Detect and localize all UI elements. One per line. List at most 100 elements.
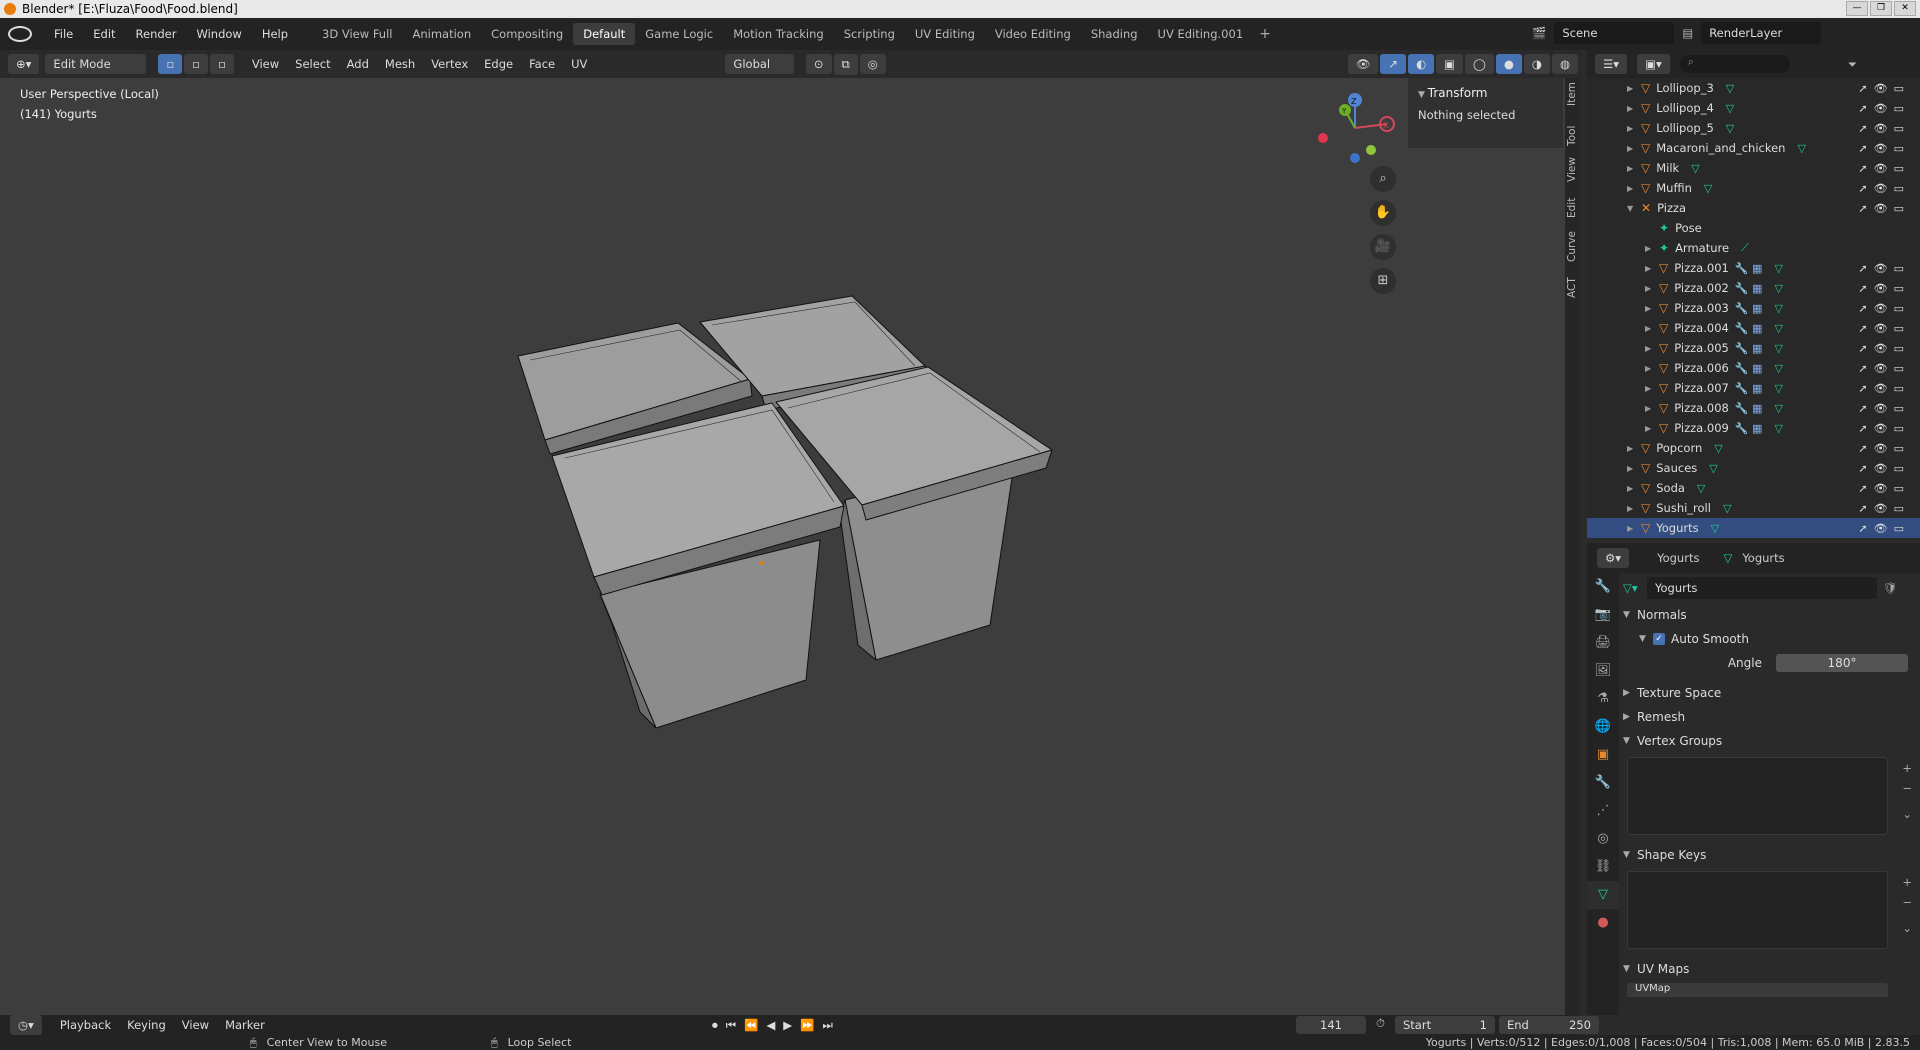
outliner-row[interactable]: ▶ ▽ Pizza.008 🔧 ▦ ▽ ➚👁▭ bbox=[1587, 398, 1920, 418]
add-vertex-group-button[interactable]: + bbox=[1902, 761, 1912, 775]
play-reverse-icon[interactable]: ◀ bbox=[766, 1018, 775, 1033]
outliner-row[interactable]: ▶ ▽ Popcorn ▽ ➚👁▭ bbox=[1587, 438, 1920, 458]
face-select-button[interactable]: ▫ bbox=[210, 54, 234, 74]
current-frame-field[interactable]: 141 bbox=[1296, 1016, 1366, 1034]
transform-header[interactable]: Transform bbox=[1428, 86, 1488, 100]
outliner-row[interactable]: ▶ ▽ Yogurts ▽ ➚👁▭ bbox=[1587, 518, 1920, 538]
visibility-toggles-icon[interactable]: ➚👁▭ bbox=[1858, 362, 1910, 375]
outliner-row[interactable]: ▶ ▽ Milk ▽ ➚👁▭ bbox=[1587, 158, 1920, 178]
menu-edge[interactable]: Edge bbox=[476, 57, 521, 71]
end-frame-field[interactable]: End 250 bbox=[1498, 1016, 1599, 1034]
visibility-toggles-icon[interactable]: ➚👁▭ bbox=[1858, 302, 1910, 315]
outliner-row[interactable]: ▶ ▽ Lollipop_3 ▽ ➚👁▭ bbox=[1587, 78, 1920, 98]
ortho-toggle-icon[interactable]: ⊞ bbox=[1370, 268, 1396, 294]
scene-tab-icon[interactable]: ⚗ bbox=[1587, 685, 1619, 713]
disclosure-triangle-icon[interactable]: ▶ bbox=[1645, 284, 1659, 293]
shape-key-specials-icon[interactable]: ⌄ bbox=[1902, 921, 1912, 935]
tab-scripting[interactable]: Scripting bbox=[834, 23, 905, 45]
edge-select-button[interactable]: ▫ bbox=[184, 54, 209, 74]
camera-view-icon[interactable]: 🎥 bbox=[1370, 234, 1396, 260]
menu-render[interactable]: Render bbox=[126, 27, 187, 41]
maximize-button[interactable]: ❐ bbox=[1870, 1, 1892, 16]
disclosure-triangle-icon[interactable]: ▶ bbox=[1627, 104, 1641, 113]
filter-icon[interactable]: ⏷ bbox=[1848, 57, 1857, 72]
snap-icon[interactable]: ⧉ bbox=[833, 53, 858, 75]
outliner-row[interactable]: ▶ ▽ Pizza.005 🔧 ▦ ▽ ➚👁▭ bbox=[1587, 338, 1920, 358]
pivot-icon[interactable]: ⊙ bbox=[805, 54, 832, 74]
proportional-edit-icon[interactable]: ◎ bbox=[859, 54, 886, 74]
visibility-toggles-icon[interactable]: ➚👁▭ bbox=[1858, 462, 1910, 475]
display-mode-button[interactable]: ▣▾ bbox=[1637, 54, 1670, 74]
outliner-row[interactable]: ▶ ✦ Armature ⟋ bbox=[1587, 238, 1920, 258]
menu-view[interactable]: View bbox=[244, 57, 287, 71]
jump-start-icon[interactable]: ⏮ bbox=[726, 1018, 736, 1033]
visibility-toggles-icon[interactable]: ➚👁▭ bbox=[1858, 262, 1910, 275]
tab-edit[interactable]: Edit bbox=[1566, 198, 1578, 218]
disclosure-triangle-icon[interactable]: ▶ bbox=[1645, 364, 1659, 373]
menu-select[interactable]: Select bbox=[287, 57, 338, 71]
prev-keyframe-icon[interactable]: ⏪ bbox=[744, 1018, 758, 1033]
tab-game-logic[interactable]: Game Logic bbox=[635, 23, 723, 45]
disclosure-triangle-icon[interactable]: ▶ bbox=[1627, 484, 1641, 493]
scene-selector[interactable]: Scene bbox=[1554, 22, 1675, 44]
outliner-editor-type[interactable]: ☰▾ bbox=[1595, 54, 1628, 74]
outliner-row[interactable]: ▶ ▽ Sushi_roll ▽ ➚👁▭ bbox=[1587, 498, 1920, 518]
tab-3d-view-full[interactable]: 3D View Full bbox=[312, 23, 402, 45]
disclosure-triangle-icon[interactable]: ▶ bbox=[1645, 244, 1659, 253]
gizmo-toggle-icon[interactable]: ↗ bbox=[1380, 54, 1407, 74]
output-tab-icon[interactable]: 🖨 bbox=[1587, 629, 1619, 657]
navigation-gizmo[interactable]: Z X Y bbox=[1315, 88, 1395, 168]
constraints-tab-icon[interactable]: ⛓ bbox=[1587, 853, 1619, 881]
outliner-row[interactable]: ▶ ▽ Pizza.004 🔧 ▦ ▽ ➚👁▭ bbox=[1587, 318, 1920, 338]
tab-uv-editing[interactable]: UV Editing bbox=[905, 23, 985, 45]
visibility-toggles-icon[interactable]: ➚👁▭ bbox=[1858, 162, 1910, 175]
uvmap-item[interactable]: UVMap bbox=[1627, 983, 1888, 997]
menu-help[interactable]: Help bbox=[252, 27, 298, 41]
zoom-icon[interactable]: ⌕ bbox=[1370, 166, 1396, 192]
tab-video-editing[interactable]: Video Editing bbox=[985, 23, 1081, 45]
render-tab-icon[interactable]: 📷 bbox=[1587, 601, 1619, 629]
visibility-toggles-icon[interactable]: ➚👁▭ bbox=[1858, 382, 1910, 395]
overlay-toggle-icon[interactable]: ◐ bbox=[1408, 54, 1435, 74]
next-keyframe-icon[interactable]: ⏩ bbox=[800, 1018, 814, 1033]
outliner-row[interactable]: ▶ ▽ Pizza.003 🔧 ▦ ▽ ➚👁▭ bbox=[1587, 298, 1920, 318]
disclosure-triangle-icon[interactable]: ▶ bbox=[1645, 344, 1659, 353]
tool-tab-icon[interactable]: 🔧 bbox=[1587, 573, 1619, 601]
menu-playback[interactable]: Playback bbox=[52, 1018, 119, 1032]
visibility-toggles-icon[interactable]: ➚👁▭ bbox=[1858, 522, 1910, 535]
menu-file[interactable]: File bbox=[44, 27, 83, 41]
disclosure-triangle-icon[interactable]: ▶ bbox=[1627, 124, 1641, 133]
outliner-row[interactable]: ▶ ▽ Sauces ▽ ➚👁▭ bbox=[1587, 458, 1920, 478]
visibility-toggles-icon[interactable]: ➚👁▭ bbox=[1858, 422, 1910, 435]
disclosure-triangle-icon[interactable]: ▶ bbox=[1645, 424, 1659, 433]
blender-menu-icon[interactable] bbox=[8, 26, 32, 42]
visibility-toggles-icon[interactable]: ➚👁▭ bbox=[1858, 342, 1910, 355]
visibility-toggles-icon[interactable]: ➚👁▭ bbox=[1858, 282, 1910, 295]
tab-compositing[interactable]: Compositing bbox=[481, 23, 573, 45]
vertex-select-button[interactable]: ▫ bbox=[158, 54, 183, 74]
disclosure-triangle-icon[interactable]: ▶ bbox=[1627, 144, 1641, 153]
disclosure-triangle-icon[interactable]: ▼ bbox=[1627, 204, 1641, 213]
remove-vertex-group-button[interactable]: − bbox=[1902, 781, 1912, 795]
editor-type-button[interactable]: ⊕▾ bbox=[8, 54, 40, 74]
close-button[interactable]: ✕ bbox=[1894, 1, 1916, 16]
tab-uv-editing-001[interactable]: UV Editing.001 bbox=[1148, 23, 1254, 45]
timeline-editor-type[interactable]: ◷▾ bbox=[10, 1015, 42, 1035]
add-workspace-button[interactable]: + bbox=[1253, 26, 1277, 42]
remesh-section[interactable]: ▶ Remesh bbox=[1623, 705, 1918, 729]
object-tab-icon[interactable]: ▣ bbox=[1587, 741, 1619, 769]
outliner-row[interactable]: ▶ ▽ Pizza.001 🔧 ▦ ▽ ➚👁▭ bbox=[1587, 258, 1920, 278]
orientation-selector[interactable]: Global bbox=[725, 54, 794, 74]
record-icon[interactable]: ⏺ bbox=[712, 1018, 718, 1033]
start-frame-field[interactable]: Start 1 bbox=[1394, 1016, 1495, 1034]
data-tab-icon[interactable]: ▽ bbox=[1587, 881, 1619, 909]
outliner-row[interactable]: ▶ ▽ Pizza.009 🔧 ▦ ▽ ➚👁▭ bbox=[1587, 418, 1920, 438]
render-layer-selector[interactable]: RenderLayer bbox=[1701, 22, 1822, 44]
disclosure-triangle-icon[interactable]: ▶ bbox=[1627, 84, 1641, 93]
menu-edit[interactable]: Edit bbox=[83, 27, 125, 41]
disclosure-triangle-icon[interactable]: ▶ bbox=[1627, 524, 1641, 533]
disclosure-triangle-icon[interactable]: ▶ bbox=[1645, 324, 1659, 333]
visibility-toggles-icon[interactable]: ➚👁▭ bbox=[1858, 202, 1910, 215]
jump-end-icon[interactable]: ⏭ bbox=[822, 1018, 832, 1033]
tab-act[interactable]: ACT bbox=[1566, 277, 1578, 298]
